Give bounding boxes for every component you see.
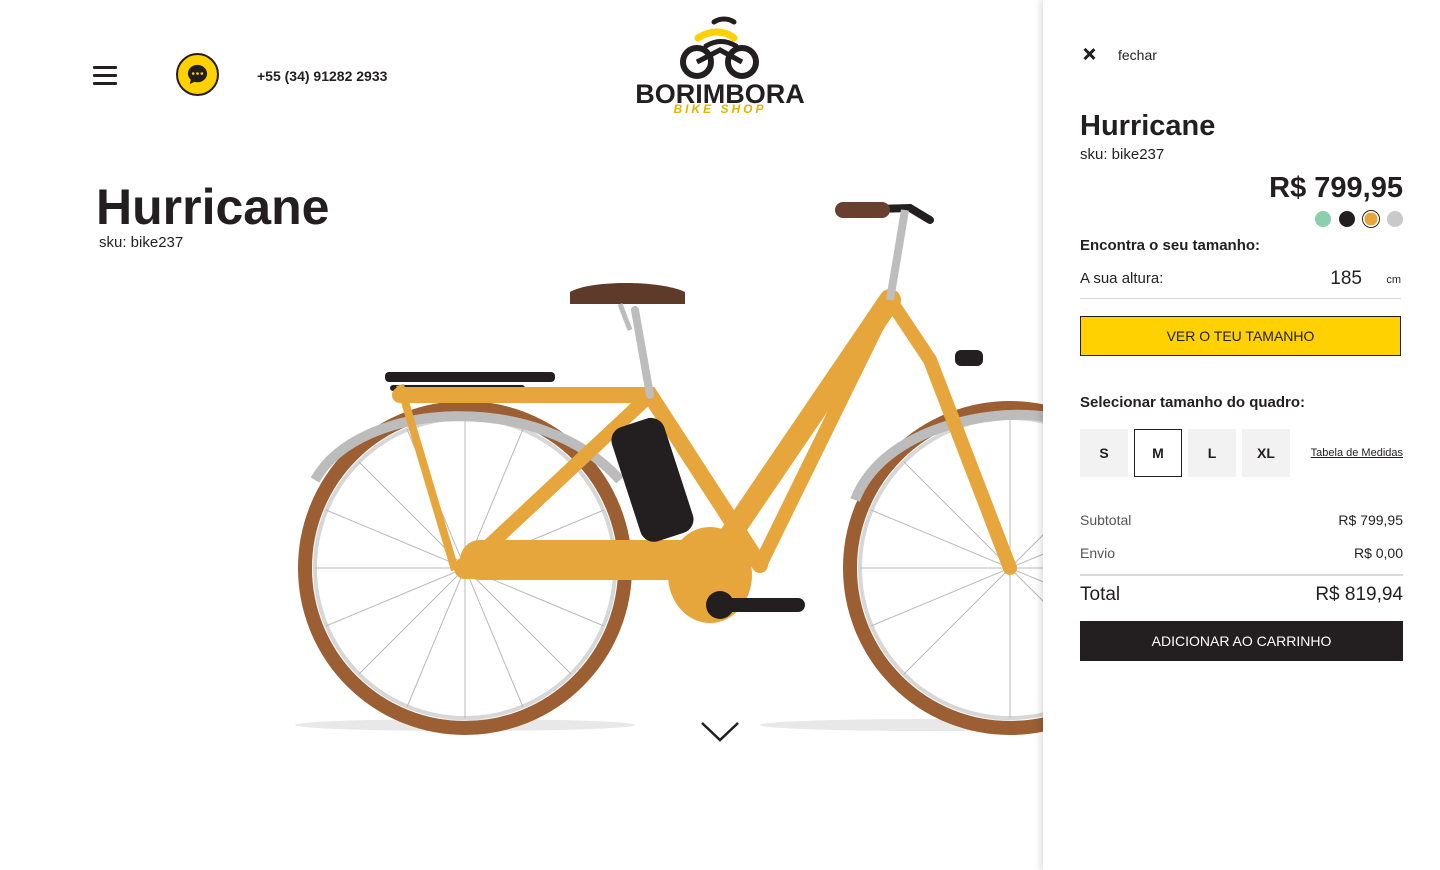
- menu-bar-bottom: [93, 82, 117, 85]
- size-option-m[interactable]: M: [1134, 429, 1182, 477]
- color-swatch-black[interactable]: [1339, 211, 1355, 227]
- shipping-value: R$ 0,00: [1353, 545, 1403, 561]
- frame-size-options: S M L XL: [1080, 429, 1290, 477]
- panel-product-sku: sku: bike237: [1080, 146, 1165, 163]
- subtotal-row: Subtotal R$ 799,95: [1080, 512, 1403, 528]
- size-option-l[interactable]: L: [1188, 429, 1236, 477]
- frame-size-label: Selecionar tamanho do quadro:: [1080, 394, 1306, 411]
- panel-product-title: Hurricane: [1080, 110, 1216, 142]
- shipping-row: Envio R$ 0,00: [1080, 545, 1403, 561]
- product-image: [290, 180, 1044, 750]
- bike-illustration: [295, 202, 1044, 735]
- bike-rider-logo-icon: [680, 16, 759, 79]
- height-unit: cm: [1386, 274, 1401, 286]
- total-row: Total R$ 819,94: [1080, 584, 1403, 606]
- color-swatch-gray[interactable]: [1387, 211, 1403, 227]
- close-label[interactable]: fechar: [1118, 47, 1157, 63]
- total-label: Total: [1080, 584, 1121, 605]
- close-icon[interactable]: [1080, 46, 1098, 64]
- totals-divider: [1080, 574, 1403, 576]
- subtotal-label: Subtotal: [1080, 512, 1132, 528]
- shipping-label: Envio: [1080, 545, 1116, 561]
- logo-tagline: BIKE SHOP: [673, 102, 767, 116]
- height-value-input[interactable]: 185: [1330, 268, 1362, 290]
- size-chart-link[interactable]: Tabela de Medidas: [1311, 447, 1403, 459]
- brand-logo[interactable]: BORIMBORA BIKE SHOP: [628, 14, 812, 122]
- close-panel-button[interactable]: fechar: [1080, 46, 1157, 64]
- add-to-cart-button[interactable]: ADICIONAR AO CARRINHO: [1080, 621, 1403, 661]
- chat-bubble-icon: [187, 64, 208, 85]
- phone-number[interactable]: +55 (34) 91282 2933: [257, 68, 387, 84]
- color-swatch-orange[interactable]: [1363, 211, 1379, 227]
- product-side-panel: fechar Hurricane sku: bike237 R$ 799,95 …: [1043, 0, 1440, 870]
- subtotal-value: R$ 799,95: [1338, 512, 1403, 528]
- scroll-down-chevron-icon[interactable]: [700, 720, 740, 744]
- hamburger-menu-icon[interactable]: [93, 66, 117, 85]
- size-option-s[interactable]: S: [1080, 429, 1128, 477]
- height-input-row[interactable]: A sua altura: 185 cm: [1080, 262, 1401, 299]
- menu-bar-middle: [93, 74, 117, 77]
- size-option-xl[interactable]: XL: [1242, 429, 1290, 477]
- see-size-button[interactable]: VER O TEU TAMANHO: [1080, 316, 1401, 356]
- product-price: R$ 799,95: [1269, 172, 1403, 204]
- color-swatches: [1315, 211, 1403, 227]
- product-sku: sku: bike237: [99, 234, 184, 251]
- chat-button[interactable]: [176, 53, 219, 96]
- height-label: A sua altura:: [1080, 270, 1164, 287]
- color-swatch-green[interactable]: [1315, 211, 1331, 227]
- total-value: R$ 819,94: [1315, 584, 1403, 605]
- find-size-label: Encontra o seu tamanho:: [1080, 237, 1261, 254]
- menu-bar-top: [93, 66, 117, 69]
